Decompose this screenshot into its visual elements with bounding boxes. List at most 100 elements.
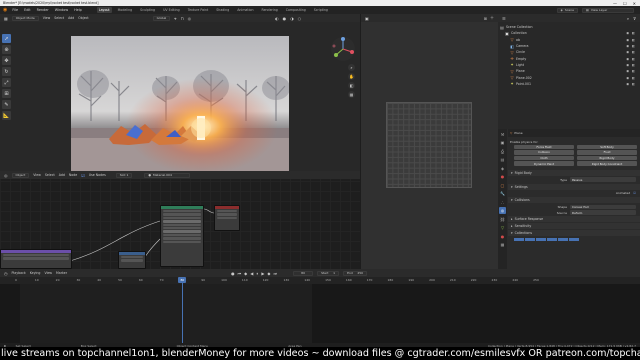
shape-dropdown[interactable]: Convex Hull xyxy=(570,204,636,210)
end-frame-field[interactable]: End 250 xyxy=(343,270,368,276)
shader-type-selector[interactable]: Object xyxy=(11,172,30,178)
rotate-tool-icon[interactable]: ↻ xyxy=(2,67,11,76)
image-editor[interactable]: ▣ ⊞ ＋ xyxy=(361,14,498,269)
physics-button[interactable]: Collision xyxy=(514,150,574,155)
visibility-eye-icon[interactable]: ◉ xyxy=(626,57,629,61)
move-tool-icon[interactable]: ✥ xyxy=(2,56,11,65)
render-tab-icon[interactable]: ▣ xyxy=(499,139,506,146)
surface-response-panel-header[interactable]: ▸ Surface Response xyxy=(508,216,640,223)
start-frame-field[interactable]: Start 1 xyxy=(317,270,340,276)
physics-button[interactable]: Dynamic Paint xyxy=(514,161,574,166)
node-menu-select[interactable]: Select xyxy=(45,173,55,177)
menu-file[interactable]: File xyxy=(11,8,19,12)
play-icon[interactable]: ▶ xyxy=(261,271,264,276)
timeline-track-area[interactable] xyxy=(0,284,640,343)
pause-icon[interactable]: ⏸ xyxy=(256,271,258,276)
properties-editor[interactable]: ⚒ ▣ ⎙ ▤ ◈ ● ▢ 🔧 ∴ ◎ ⛓ ▽ ● ▦ ▽ Plane Enab… xyxy=(498,129,640,269)
scale-tool-icon[interactable]: ⤢ xyxy=(2,78,11,87)
render-camera-icon[interactable]: ◧ xyxy=(632,57,635,61)
shader-node-editor[interactable]: ◎ Object View Select Add Node ☑ Use Node… xyxy=(0,171,360,269)
outliner-search-icon[interactable]: ⌕ xyxy=(627,16,629,21)
viewport-menu-object[interactable]: Object xyxy=(78,16,88,20)
render-camera-icon[interactable]: ◧ xyxy=(632,63,635,67)
timeline-ruler[interactable]: 0 10 20 30 40 50 60 70 80 90 100 110 120 130 140 150 160… xyxy=(0,277,640,284)
data-tab-icon[interactable]: ▽ xyxy=(499,224,506,231)
playhead-frame-badge[interactable]: 80 xyxy=(178,277,187,283)
visibility-eye-icon[interactable]: ◉ xyxy=(626,63,629,67)
menu-window[interactable]: Window xyxy=(54,8,69,12)
perspective-toggle-icon[interactable]: ▦ xyxy=(348,91,355,98)
workspace-tab-layout[interactable]: Layout xyxy=(96,7,112,13)
view-layer-tab-icon[interactable]: ▤ xyxy=(499,156,506,163)
measure-tool-icon[interactable]: 📐 xyxy=(2,111,11,120)
material-slot-selector[interactable]: Slot 1 xyxy=(115,172,133,178)
zoom-icon[interactable]: ⌕ xyxy=(348,64,355,71)
rigid-body-type-dropdown[interactable]: Passive xyxy=(570,177,636,183)
render-camera-icon[interactable]: ◧ xyxy=(632,38,635,42)
output-tab-icon[interactable]: ⎙ xyxy=(499,148,506,155)
visibility-eye-icon[interactable]: ◉ xyxy=(626,50,629,54)
visibility-eye-icon[interactable]: ◉ xyxy=(626,82,629,86)
physics-button[interactable]: Force Field xyxy=(514,144,574,150)
image-browse-icon[interactable]: ⊞ xyxy=(484,16,487,21)
render-camera-icon[interactable]: ◧ xyxy=(632,50,635,54)
workspace-tab-uv-editing[interactable]: UV Editing xyxy=(161,7,182,13)
workspace-tab-sculpting[interactable]: Sculpting xyxy=(138,7,157,13)
node-menu-view[interactable]: View xyxy=(33,173,41,177)
rigid-body-panel-header[interactable]: ▾ Rigid Body xyxy=(508,169,640,176)
node-menu-add[interactable]: Add xyxy=(59,173,65,177)
workspace-tab-scripting[interactable]: Scripting xyxy=(312,7,330,13)
collision-layers[interactable] xyxy=(508,237,640,242)
prev-key-icon[interactable]: ◆ xyxy=(244,271,247,276)
principled-bsdf-node[interactable] xyxy=(160,205,204,267)
transform-tool-icon[interactable]: ⊞ xyxy=(2,89,11,98)
viewport-menu-add[interactable]: Add xyxy=(68,16,74,20)
proportional-edit-icon[interactable]: ◎ xyxy=(188,16,192,21)
timeline-menu-keying[interactable]: Keying xyxy=(30,271,41,275)
mapping-node[interactable] xyxy=(118,251,146,269)
timeline-type-icon[interactable]: ◷ xyxy=(4,271,8,276)
texture-node[interactable] xyxy=(0,249,72,269)
minimize-icon[interactable]: — xyxy=(613,1,617,6)
collisions-panel-header[interactable]: ▾ Collisions xyxy=(508,197,640,204)
view-layer-selector[interactable]: ▤ View Layer xyxy=(582,7,634,13)
mode-selector[interactable]: Object Mode xyxy=(11,15,39,21)
maximize-icon[interactable]: ☐ xyxy=(623,1,627,6)
material-output-node[interactable] xyxy=(214,205,240,231)
menu-help[interactable]: Help xyxy=(73,8,83,12)
shading-solid-icon[interactable]: ● xyxy=(283,16,287,21)
visibility-eye-icon[interactable]: ◉ xyxy=(626,76,629,80)
scene-tab-icon[interactable]: ◈ xyxy=(499,165,506,172)
timeline-menu-view[interactable]: View xyxy=(44,271,52,275)
navigation-gizmo-icon[interactable] xyxy=(330,36,356,62)
select-tool-icon[interactable]: ➚ xyxy=(2,34,11,43)
workspace-tab-texture-paint[interactable]: Texture Paint xyxy=(186,7,211,13)
playhead-line[interactable] xyxy=(182,277,184,343)
overlay-icon[interactable]: ◐ xyxy=(275,16,279,21)
workspace-tab-animation[interactable]: Animation xyxy=(235,7,255,13)
menu-render[interactable]: Render xyxy=(36,8,50,12)
workspace-tab-compositing[interactable]: Compositing xyxy=(284,7,308,13)
settings-panel-header[interactable]: ▾ Settings xyxy=(508,183,640,190)
outliner[interactable]: ☰ ⌕ ⊽ ▤ Scene Collection ▣ Collection ◉ ◧ ▽ o… xyxy=(498,14,640,129)
visibility-eye-icon[interactable]: ◉ xyxy=(626,31,629,35)
outliner-item[interactable]: ✦ Point.001 ◉ ◧ xyxy=(500,81,638,87)
visibility-eye-icon[interactable]: ◉ xyxy=(626,44,629,48)
image-editor-type-icon[interactable]: ▣ xyxy=(365,16,369,21)
camera-view-render[interactable] xyxy=(71,36,289,173)
material-tab-icon[interactable]: ● xyxy=(499,233,506,240)
collections-panel-header[interactable]: ▾ Collections xyxy=(508,230,640,237)
play-reverse-icon[interactable]: ◀ xyxy=(250,271,253,276)
physics-tab-icon[interactable]: ◎ xyxy=(499,207,506,214)
constraints-tab-icon[interactable]: ⛓ xyxy=(499,216,506,223)
node-editor-type-icon[interactable]: ◎ xyxy=(4,173,8,178)
editor-type-icon[interactable]: ▦ xyxy=(4,16,8,21)
jump-end-icon[interactable]: ⏭ xyxy=(273,271,277,276)
annotate-tool-icon[interactable]: ✎ xyxy=(2,100,11,109)
outliner-type-icon[interactable]: ☰ xyxy=(502,16,506,21)
blender-logo-icon[interactable]: ◉ xyxy=(3,7,7,13)
animated-checkbox-icon[interactable]: ☑ xyxy=(633,191,636,195)
scene-selector[interactable]: ◈ Scene xyxy=(556,7,578,13)
shading-material-icon[interactable]: ◑ xyxy=(290,16,294,21)
close-icon[interactable]: ✕ xyxy=(633,1,636,6)
